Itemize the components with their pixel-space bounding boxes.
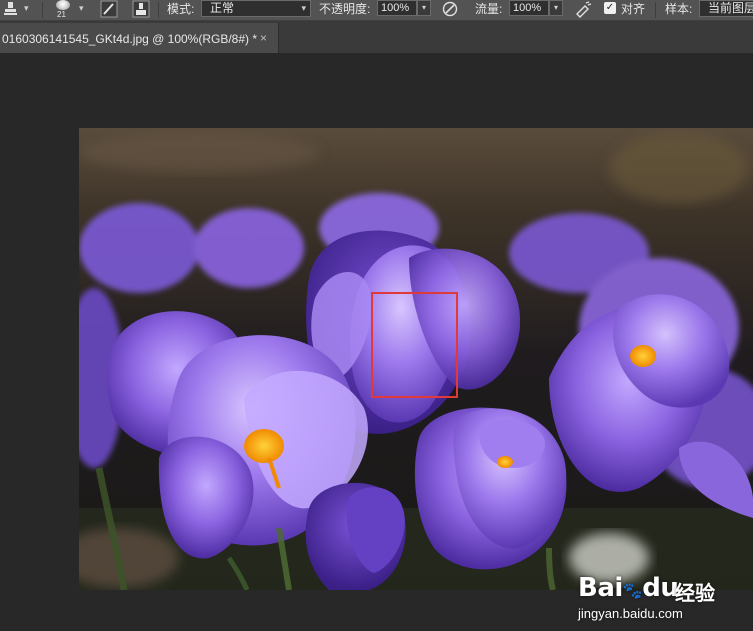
canvas-workspace[interactable]: Bai🐾du 经验 jingyan.baidu.com: [0, 53, 753, 621]
mode-select[interactable]: 正常 ▾: [201, 0, 311, 17]
mode-select-value: 正常: [210, 1, 235, 15]
opacity-input[interactable]: 100%: [377, 0, 417, 16]
divider: [42, 2, 43, 18]
align-checkbox[interactable]: ✓: [604, 2, 616, 14]
brush-tip-icon[interactable]: [56, 0, 70, 10]
baidu-watermark: Bai🐾du 经验 jingyan.baidu.com: [578, 561, 753, 631]
divider: [655, 2, 656, 18]
mode-chevron-down-icon: ▾: [301, 3, 306, 13]
clone-stamp-icon[interactable]: [2, 0, 20, 18]
sample-select[interactable]: 当前图层: [699, 0, 753, 17]
clone-source-icon[interactable]: [132, 0, 150, 18]
brush-size-value: 21: [57, 10, 66, 19]
sample-select-value: 当前图层: [708, 1, 753, 15]
close-icon[interactable]: ×: [260, 31, 267, 45]
tool-preset-chevron-down-icon[interactable]: ▾: [24, 3, 29, 14]
opacity-label: 不透明度:: [319, 2, 371, 16]
flow-input[interactable]: 100%: [509, 0, 549, 16]
document-canvas[interactable]: [79, 128, 753, 590]
align-label: 对齐: [621, 2, 646, 16]
selection-rectangle: [371, 292, 458, 398]
document-tab-bar: 0160306141545_GKt4d.jpg @ 100%(RGB/8#) *…: [0, 21, 753, 53]
divider: [158, 2, 159, 18]
sample-label: 样本:: [665, 2, 693, 16]
flow-label: 流量:: [475, 2, 503, 16]
watermark-jingyan-text: 经验: [675, 583, 715, 605]
flow-slider-chevron-icon[interactable]: ▾: [549, 0, 563, 16]
document-tab-title: 0160306141545_GKt4d.jpg @ 100%(RGB/8#) *: [2, 32, 258, 46]
watermark-url: jingyan.baidu.com: [578, 606, 683, 621]
brush-picker-chevron-down-icon[interactable]: ▾: [79, 3, 84, 14]
mode-label: 模式:: [167, 2, 195, 16]
airbrush-icon[interactable]: [574, 0, 592, 18]
opacity-slider-chevron-icon[interactable]: ▾: [417, 0, 431, 16]
watermark-logo: Bai🐾du: [578, 573, 679, 603]
pressure-opacity-icon[interactable]: [441, 0, 459, 18]
options-bar: ▾ 21 ▾ 模式: 正常 ▾ 不透明度: 100% ▾ 流量: 100% ▾ …: [0, 0, 753, 21]
document-tab[interactable]: 0160306141545_GKt4d.jpg @ 100%(RGB/8#) *…: [0, 23, 279, 53]
brush-panel-icon[interactable]: [100, 0, 118, 18]
